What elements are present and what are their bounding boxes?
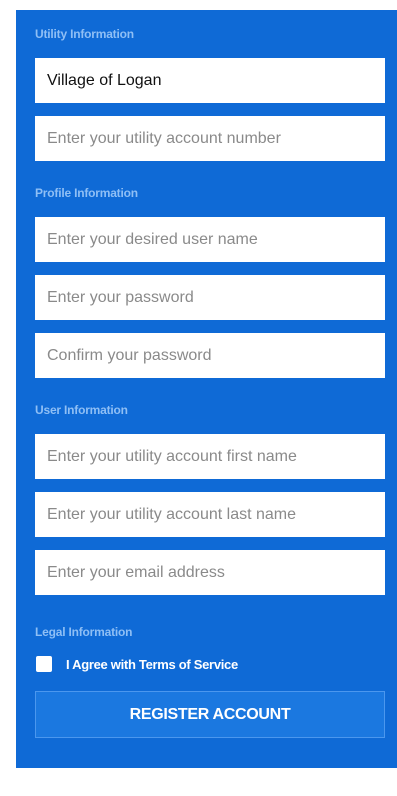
legal-section-title: Legal Information	[35, 625, 133, 639]
profile-section-title: Profile Information	[35, 186, 138, 200]
utility-account-number-field[interactable]	[35, 116, 385, 161]
utility-section-title: Utility Information	[35, 27, 134, 41]
registration-form: Utility Information Profile Information …	[16, 10, 397, 768]
register-account-button[interactable]: REGISTER ACCOUNT	[35, 691, 385, 738]
utility-provider-field[interactable]	[35, 58, 385, 103]
password-field[interactable]	[35, 275, 385, 320]
last-name-field[interactable]	[35, 492, 385, 537]
email-field[interactable]	[35, 550, 385, 595]
first-name-field[interactable]	[35, 434, 385, 479]
terms-label[interactable]: I Agree with Terms of Service	[66, 657, 238, 672]
confirm-password-field[interactable]	[35, 333, 385, 378]
terms-agreement[interactable]: I Agree with Terms of Service	[35, 655, 385, 673]
username-field[interactable]	[35, 217, 385, 262]
terms-checkbox[interactable]	[36, 656, 52, 672]
user-section-title: User Information	[35, 403, 128, 417]
